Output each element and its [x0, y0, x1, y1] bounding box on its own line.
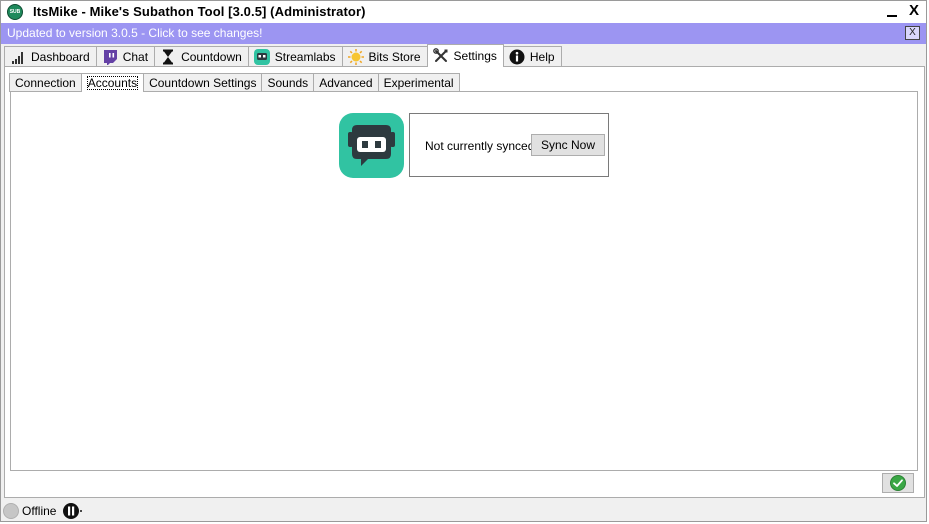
tab-label: Settings [453, 49, 497, 63]
subtab-label: Advanced [319, 76, 373, 90]
tab-dashboard[interactable]: Dashboard [4, 46, 97, 67]
subtab-label: Connection [15, 76, 76, 90]
subtab-experimental[interactable]: Experimental [377, 73, 460, 92]
tab-label: Help [529, 50, 555, 64]
hourglass-icon [160, 49, 176, 65]
status-bar: Offline [1, 500, 926, 521]
subtab-label: Experimental [383, 76, 454, 90]
tab-settings[interactable]: Settings [426, 44, 504, 67]
twitch-icon [102, 49, 118, 65]
streamlabs-logo-icon [339, 113, 404, 178]
subtab-sounds[interactable]: Sounds [261, 73, 315, 92]
window-title: ItsMike - Mike's Subathon Tool [3.0.5] (… [33, 4, 366, 19]
streamlabs-icon [253, 49, 270, 65]
apply-button[interactable] [882, 473, 914, 493]
subtab-label: Countdown Settings [149, 76, 257, 90]
tab-help[interactable]: Help [502, 46, 562, 67]
bits-icon [347, 49, 364, 65]
pause-icon[interactable] [63, 502, 83, 520]
app-icon: SUB [7, 4, 23, 20]
sync-status-text: Not currently synced [425, 139, 535, 153]
subtab-advanced[interactable]: Advanced [313, 73, 379, 92]
sync-now-button[interactable]: Sync Now [531, 134, 605, 156]
title-bar: SUB ItsMike - Mike's Subathon Tool [3.0.… [1, 1, 926, 23]
info-icon [509, 49, 525, 65]
tab-chat[interactable]: Chat [95, 46, 156, 67]
connection-status-icon [3, 503, 19, 519]
check-icon [890, 475, 906, 491]
tools-icon [432, 48, 449, 64]
settings-subtab-strip: Connection Accounts Countdown Settings S… [9, 73, 460, 92]
update-banner-text[interactable]: Updated to version 3.0.5 - Click to see … [7, 26, 262, 40]
tab-countdown[interactable]: Countdown [154, 46, 249, 67]
close-window-button[interactable]: X [907, 2, 921, 20]
streamlabs-sync-box: Not currently synced Sync Now [409, 113, 609, 177]
tab-label: Chat [122, 50, 149, 64]
update-banner[interactable]: Updated to version 3.0.5 - Click to see … [1, 23, 926, 44]
bar-chart-icon [10, 49, 26, 65]
minimize-button[interactable] [885, 3, 899, 19]
subtab-label: Sounds [267, 76, 309, 90]
connection-status-text: Offline [22, 504, 57, 518]
app-window: SUB ItsMike - Mike's Subathon Tool [3.0.… [0, 0, 927, 522]
tab-label: Dashboard [31, 50, 90, 64]
tab-bits-store[interactable]: Bits Store [341, 46, 428, 67]
subtab-connection[interactable]: Connection [9, 73, 82, 92]
subtab-accounts[interactable]: Accounts [80, 73, 145, 92]
tab-label: Streamlabs [274, 50, 336, 64]
main-tab-strip: Dashboard Chat Countdown Streamlabs Bits… [4, 44, 562, 67]
tab-label: Bits Store [368, 50, 421, 64]
subtab-countdown-settings[interactable]: Countdown Settings [143, 73, 263, 92]
tab-label: Countdown [181, 50, 242, 64]
tab-streamlabs[interactable]: Streamlabs [247, 46, 343, 67]
banner-close-button[interactable]: X [905, 26, 920, 40]
subtab-label: Accounts [86, 76, 139, 90]
